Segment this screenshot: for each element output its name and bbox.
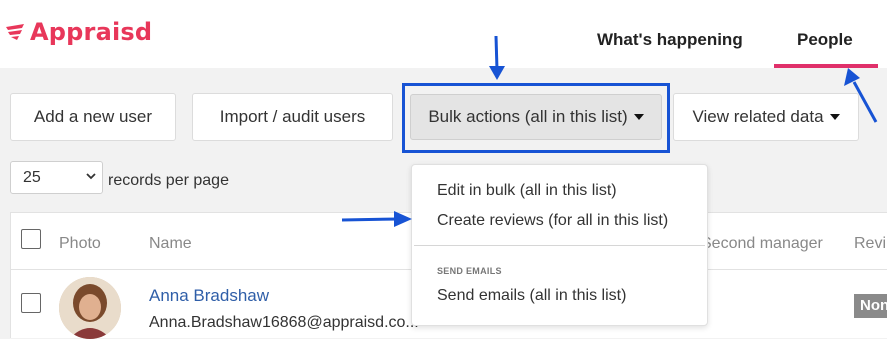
annotation-arrow-icon bbox=[844, 68, 878, 123]
column-header-name[interactable]: Name bbox=[149, 235, 192, 253]
menu-item-edit-in-bulk[interactable]: Edit in bulk (all in this list) bbox=[437, 182, 617, 200]
tab-people[interactable]: People bbox=[797, 30, 853, 50]
user-name-link[interactable]: Anna Bradshaw bbox=[149, 286, 269, 306]
status-badge: Non bbox=[854, 294, 887, 318]
view-related-button[interactable]: View related data bbox=[673, 93, 859, 141]
annotation-highlight-box bbox=[402, 83, 670, 153]
add-user-label: Add a new user bbox=[33, 107, 153, 126]
winged-logo-icon bbox=[6, 24, 24, 40]
records-per-page-label: records per page bbox=[108, 172, 229, 189]
caret-down-icon bbox=[829, 114, 840, 120]
user-photo-icon bbox=[59, 277, 121, 339]
import-users-label: Import / audit users bbox=[219, 107, 366, 126]
chevron-down-icon bbox=[86, 173, 96, 180]
top-navigation-bar: Appraisd What's happening People bbox=[0, 0, 887, 68]
menu-item-create-reviews[interactable]: Create reviews (for all in this list) bbox=[437, 212, 668, 230]
brand-logo[interactable]: Appraisd bbox=[4, 18, 152, 46]
add-user-button[interactable]: Add a new user bbox=[10, 93, 176, 141]
bulk-actions-menu: Edit in bulk (all in this list) Create r… bbox=[411, 164, 708, 326]
user-email: Anna.Bradshaw16868@appraisd.co... bbox=[149, 314, 419, 331]
avatar bbox=[59, 277, 121, 339]
menu-divider bbox=[414, 245, 705, 246]
select-all-checkbox[interactable] bbox=[21, 229, 41, 249]
brand-name: Appraisd bbox=[30, 18, 153, 46]
menu-item-send-emails[interactable]: Send emails (all in this list) bbox=[437, 287, 626, 305]
view-related-label: View related data bbox=[692, 107, 824, 126]
tab-whats-happening[interactable]: What's happening bbox=[597, 30, 743, 50]
import-users-button[interactable]: Import / audit users bbox=[192, 93, 393, 141]
records-per-page-select[interactable]: 25 bbox=[10, 161, 103, 194]
menu-section-header: SEND EMAILS bbox=[437, 266, 502, 276]
per-page-value: 25 bbox=[23, 168, 41, 186]
annotation-arrow-icon bbox=[341, 211, 412, 227]
row-checkbox[interactable] bbox=[21, 293, 41, 313]
column-header-review[interactable]: Revi bbox=[854, 235, 886, 253]
column-header-photo[interactable]: Photo bbox=[59, 235, 101, 253]
annotation-arrow-icon bbox=[489, 35, 505, 80]
column-header-second-manager[interactable]: Second manager bbox=[701, 235, 823, 253]
